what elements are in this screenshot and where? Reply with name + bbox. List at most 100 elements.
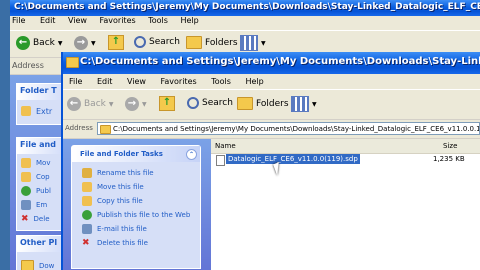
search-icon — [187, 97, 199, 109]
menu-file[interactable]: File — [12, 16, 25, 25]
up-folder-button[interactable]: ↑ — [159, 96, 175, 111]
views-button[interactable]: ▼ — [240, 35, 266, 51]
chevron-down-icon: ▼ — [261, 39, 266, 47]
up-folder-button[interactable]: ↑ — [108, 35, 124, 50]
file-and-folder-tasks-header[interactable]: File and Folder Tasks ⌃ — [72, 146, 200, 162]
email-icon — [21, 200, 31, 210]
copy-icon — [21, 172, 31, 182]
address-label: Address — [12, 61, 44, 70]
task-email[interactable]: Em — [21, 200, 47, 210]
chevron-down-icon: ▼ — [91, 39, 96, 47]
folders-button[interactable]: Folders — [237, 97, 289, 110]
move-icon — [21, 158, 31, 168]
menu-view[interactable]: View — [127, 77, 146, 86]
address-input[interactable]: C:\Documents and Settings\Jeremy\My Docu… — [97, 122, 480, 135]
search-icon — [134, 36, 146, 48]
back-button[interactable]: ← Back ▼ — [16, 36, 62, 50]
file-size: 1,235 KB — [433, 155, 465, 163]
chevron-down-icon: ▼ — [108, 100, 114, 108]
file-and-folder-tasks-panel: File and Folder Tasks ⌃ Rename this file… — [71, 145, 201, 269]
forward-button[interactable]: → ▼ — [74, 36, 96, 50]
menu-help[interactable]: Help — [245, 77, 263, 86]
back-button[interactable]: ← Back ▼ — [67, 97, 113, 111]
menu-file[interactable]: File — [69, 77, 82, 86]
menu-tools[interactable]: Tools — [211, 77, 231, 86]
search-button[interactable]: Search — [187, 97, 233, 109]
chevron-down-icon: ▼ — [142, 100, 147, 108]
task-item[interactable]: E-mail this file — [82, 224, 147, 234]
folders-icon — [237, 97, 253, 110]
folder-icon — [100, 124, 111, 134]
menu-favorites[interactable]: Favorites — [100, 16, 136, 25]
folders-button[interactable]: Folders — [186, 36, 238, 49]
task-pane-back: Folder T Extr File and Mov Cop Publ Em ✖… — [10, 75, 78, 270]
window-title-back: C:\Documents and Settings\Jeremy\My Docu… — [14, 2, 480, 12]
task-pane-front: File and Folder Tasks ⌃ Rename this file… — [63, 139, 211, 270]
folders-icon — [186, 36, 202, 49]
place-downloads[interactable]: Dow — [21, 260, 54, 270]
task-label: Publish this file to the Web — [97, 211, 191, 219]
up-folder-icon: ↑ — [159, 96, 175, 111]
address-label: Address — [65, 124, 93, 132]
file-icon — [216, 155, 225, 166]
task-delete[interactable]: ✖ Dele — [21, 214, 50, 224]
title-bar-front[interactable]: C:\Documents and Settings\Jeremy\My Docu… — [63, 52, 480, 74]
menu-favorites[interactable]: Favorites — [161, 77, 197, 86]
task-label: E-mail this file — [97, 225, 147, 233]
explorer-window-front: C:\Documents and Settings\Jeremy\My Docu… — [61, 52, 480, 270]
task-item[interactable]: Copy this file — [82, 196, 143, 206]
globe-icon — [21, 186, 31, 196]
menu-bar-front: File Edit View Favorites Tools Help — [63, 74, 480, 90]
menu-help[interactable]: Help — [180, 16, 198, 25]
menu-bar-back: File Edit View Favorites Tools Help — [10, 16, 480, 31]
globe-icon — [82, 210, 92, 220]
task-copy[interactable]: Cop — [21, 172, 50, 182]
menu-edit[interactable]: Edit — [97, 77, 113, 86]
search-button[interactable]: Search — [134, 36, 180, 48]
back-arrow-icon: ← — [16, 36, 30, 50]
column-size[interactable]: Size — [443, 142, 457, 150]
address-value: C:\Documents and Settings\Jeremy\My Docu… — [113, 125, 480, 133]
column-name[interactable]: Name — [215, 142, 236, 150]
copy-icon — [82, 196, 92, 206]
forward-button[interactable]: → ▼ — [125, 97, 147, 111]
menu-edit[interactable]: Edit — [40, 16, 56, 25]
back-arrow-icon: ← — [67, 97, 81, 111]
task-item[interactable]: Publish this file to the Web — [82, 210, 190, 220]
chevron-down-icon: ▼ — [312, 100, 317, 108]
delete-icon: ✖ — [82, 238, 90, 248]
window-title-front: C:\Documents and Settings\Jeremy\My Docu… — [80, 56, 480, 67]
address-bar-front: Address C:\Documents and Settings\Jeremy… — [63, 120, 480, 139]
task-item[interactable]: Move this file — [82, 182, 144, 192]
file-row[interactable]: Datalogic_ELF_CE6_v11.0.0(119).sdp 1,235… — [213, 154, 480, 166]
menu-tools[interactable]: Tools — [148, 16, 168, 25]
chevron-down-icon: ▼ — [57, 39, 63, 47]
desktop-background — [0, 0, 10, 270]
title-bar-back[interactable]: C:\Documents and Settings\Jeremy\My Docu… — [10, 0, 480, 16]
rename-icon — [82, 168, 92, 178]
task-label: Delete this file — [97, 239, 148, 247]
extract-icon — [21, 106, 31, 116]
file-list: Name Size Datalogic_ELF_CE6_v11.0.0(119)… — [211, 139, 480, 270]
task-label: Rename this file — [97, 169, 154, 177]
menu-view[interactable]: View — [68, 16, 87, 25]
task-item[interactable]: ✖ Delete this file — [82, 238, 148, 248]
task-move[interactable]: Mov — [21, 158, 50, 168]
views-button[interactable]: ▼ — [291, 96, 317, 112]
views-icon — [291, 96, 309, 112]
task-publish[interactable]: Publ — [21, 186, 51, 196]
collapse-chevron-icon[interactable]: ⌃ — [186, 149, 197, 160]
folder-icon — [21, 260, 34, 270]
task-extract[interactable]: Extr — [21, 106, 52, 116]
forward-arrow-icon: → — [74, 36, 88, 50]
toolbar-front: ← Back ▼ → ▼ ↑ Search Folders ▼ — [63, 91, 480, 120]
column-header: Name Size — [211, 139, 480, 154]
up-folder-icon: ↑ — [108, 35, 124, 50]
file-name[interactable]: Datalogic_ELF_CE6_v11.0.0(119).sdp — [226, 154, 360, 164]
task-item[interactable]: Rename this file — [82, 168, 154, 178]
views-icon — [240, 35, 258, 51]
task-label: Move this file — [97, 183, 144, 191]
forward-arrow-icon: → — [125, 97, 139, 111]
move-icon — [82, 182, 92, 192]
task-label: Copy this file — [97, 197, 143, 205]
